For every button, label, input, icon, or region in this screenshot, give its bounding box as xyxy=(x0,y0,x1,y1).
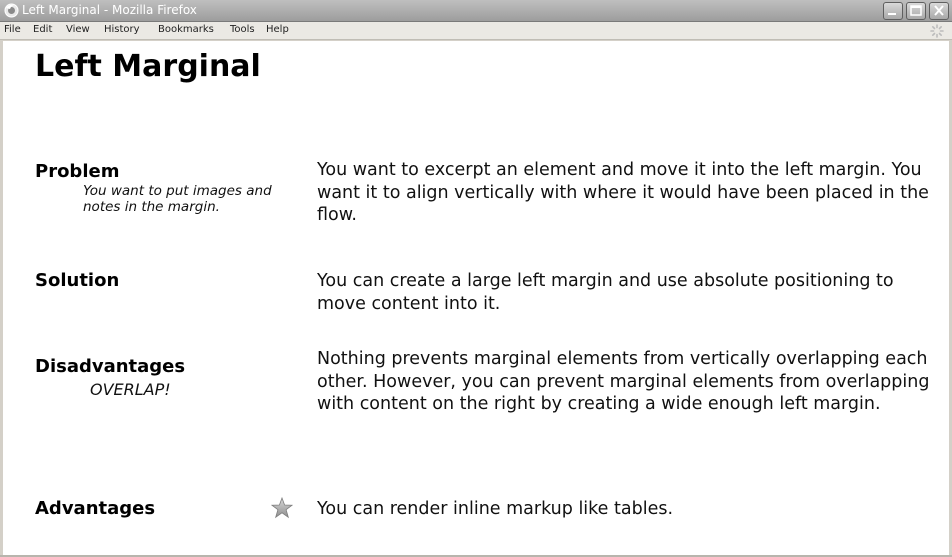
menu-file[interactable]: File xyxy=(4,24,21,35)
activity-throbber-icon xyxy=(930,24,944,38)
title-bar[interactable]: Left Marginal - Mozilla Firefox xyxy=(0,0,952,22)
solution-description: You can create a large left margin and u… xyxy=(317,271,894,314)
menu-help[interactable]: Help xyxy=(266,24,289,35)
page-title: Left Marginal xyxy=(35,49,261,84)
problem-description: You want to excerpt an element and move … xyxy=(317,160,929,225)
problem-label: Problem xyxy=(35,161,120,182)
menu-view[interactable]: View xyxy=(66,24,90,35)
firefox-icon xyxy=(4,3,19,18)
menu-bookmarks[interactable]: Bookmarks xyxy=(158,24,214,35)
disadvantages-note: OVERLAP! xyxy=(90,380,171,399)
menu-history[interactable]: History xyxy=(104,24,140,35)
maximize-button[interactable] xyxy=(906,2,926,20)
menu-edit[interactable]: Edit xyxy=(33,24,52,35)
disadvantages-description: Nothing prevents marginal elements from … xyxy=(317,349,930,414)
minimize-icon xyxy=(888,13,896,15)
solution-label: Solution xyxy=(35,270,120,291)
minimize-button[interactable] xyxy=(883,2,903,20)
maximize-icon xyxy=(910,5,922,16)
problem-note: You want to put images and notes in the … xyxy=(83,183,272,215)
menu-tools[interactable]: Tools xyxy=(230,24,255,35)
menu-bar: File Edit View History Bookmarks Tools H… xyxy=(0,22,952,40)
close-icon xyxy=(934,5,944,16)
window-title: Left Marginal - Mozilla Firefox xyxy=(22,3,197,17)
page-content: Left Marginal Problem You want to put im… xyxy=(3,41,949,555)
advantages-description: You can render inline markup like tables… xyxy=(317,499,674,519)
close-button[interactable] xyxy=(929,2,949,20)
star-icon xyxy=(271,497,293,519)
advantages-label: Advantages xyxy=(35,498,156,519)
disadvantages-label: Disadvantages xyxy=(35,356,186,377)
browser-window: Left Marginal - Mozilla Firefox File Edi… xyxy=(0,0,952,557)
